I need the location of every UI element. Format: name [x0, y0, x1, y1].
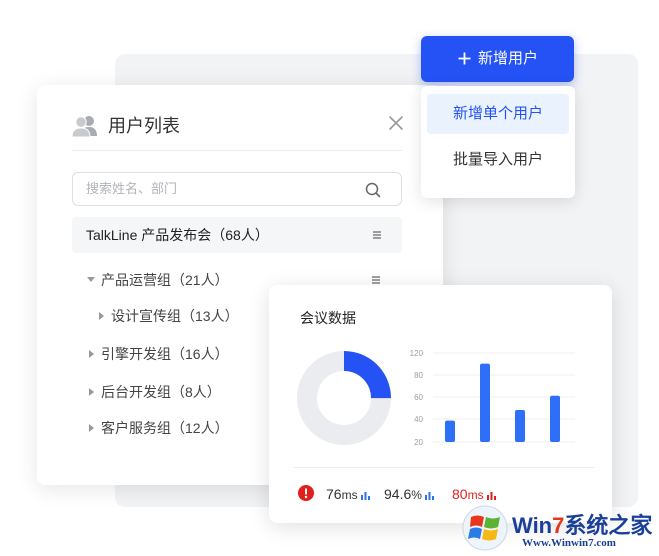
- divider: [294, 467, 594, 468]
- alert-icon: [298, 485, 314, 501]
- stat-unit: %: [411, 488, 422, 502]
- y-tick-label: 20: [414, 438, 423, 447]
- tree-item-group-1[interactable]: 设计宣传组（13人）: [97, 304, 277, 328]
- windows-logo-icon: [462, 505, 508, 551]
- add-user-label: 新增用户: [478, 50, 539, 67]
- add-user-menu: 新增单个用户 批量导入用户: [421, 86, 575, 198]
- search-icon[interactable]: [365, 182, 381, 198]
- tree-item-label: 客户服务组（12人）: [101, 420, 229, 436]
- watermark-url: Www.Winwin7.com: [522, 537, 616, 549]
- signal-bars-icon: [360, 491, 370, 500]
- add-user-button[interactable]: 新增用户: [421, 36, 574, 82]
- menu-item-add-single[interactable]: 新增单个用户: [427, 94, 569, 134]
- watermark-rest: 系统之家: [564, 513, 653, 538]
- watermark-seven: 7: [552, 513, 565, 538]
- meeting-data-card: 会议数据 120 80 60 40 20 76ms 94.6% 80ms: [269, 285, 612, 523]
- stat-quality: 94.6%: [384, 484, 435, 505]
- signal-bars-icon: [486, 491, 496, 500]
- stat-unit: ms: [341, 488, 358, 502]
- y-tick-label: 120: [410, 349, 424, 358]
- y-tick-label: 80: [414, 371, 423, 380]
- bar-2: [515, 409, 525, 442]
- stat-value: 80: [452, 486, 468, 502]
- plus-icon: [458, 52, 471, 65]
- donut-chart: [297, 351, 391, 445]
- tree-item-label: 产品运营组（21人）: [101, 272, 229, 288]
- caret-right-icon[interactable]: [87, 349, 95, 359]
- tree-item-group-2[interactable]: 引擎开发组（16人）: [87, 342, 267, 366]
- watermark-title: Win7系统之家: [512, 508, 652, 540]
- signal-bars-icon: [424, 491, 434, 500]
- caret-right-icon[interactable]: [87, 387, 95, 397]
- watermark-win: Win: [512, 513, 553, 538]
- search-placeholder: 搜索姓名、部门: [86, 181, 178, 196]
- org-root-label: TalkLine 产品发布会（68人）: [86, 227, 269, 243]
- watermark: Win7系统之家 Www.Winwin7.com: [462, 503, 657, 553]
- tree-item-label: 后台开发组（8人）: [101, 384, 221, 400]
- tree-item-group-4[interactable]: 客户服务组（12人）: [87, 416, 267, 440]
- users-icon: [72, 116, 97, 137]
- stat-value: 94.6: [384, 486, 412, 502]
- bar-chart: 120 80 60 40 20: [410, 349, 575, 447]
- stat-latency: 76ms: [326, 484, 371, 505]
- menu-icon[interactable]: [371, 275, 381, 285]
- bar-3: [550, 395, 560, 442]
- meeting-title: 会议数据: [300, 310, 356, 326]
- org-root-item[interactable]: TalkLine 产品发布会（68人）: [72, 217, 402, 253]
- stat-unit: ms: [467, 488, 484, 502]
- caret-right-icon[interactable]: [87, 423, 95, 433]
- tree-item-label: 设计宣传组（13人）: [111, 308, 239, 324]
- caret-down-icon[interactable]: [87, 275, 95, 285]
- stat-value: 76: [326, 486, 342, 502]
- user-list-header: 用户列表: [72, 115, 402, 151]
- tree-item-group-3[interactable]: 后台开发组（8人）: [87, 380, 267, 404]
- stat-latency-alert: 80ms: [452, 484, 497, 505]
- user-list-title: 用户列表: [108, 116, 180, 136]
- close-icon[interactable]: [389, 116, 403, 130]
- y-tick-label: 60: [414, 393, 423, 402]
- bar-0: [445, 420, 455, 442]
- menu-icon[interactable]: [372, 230, 382, 240]
- caret-right-icon[interactable]: [97, 311, 105, 321]
- search-input[interactable]: 搜索姓名、部门: [72, 172, 402, 206]
- menu-item-batch-import[interactable]: 批量导入用户: [427, 140, 569, 180]
- bar-1: [480, 363, 490, 442]
- tree-item-label: 引擎开发组（16人）: [101, 346, 229, 362]
- y-tick-label: 40: [414, 415, 423, 424]
